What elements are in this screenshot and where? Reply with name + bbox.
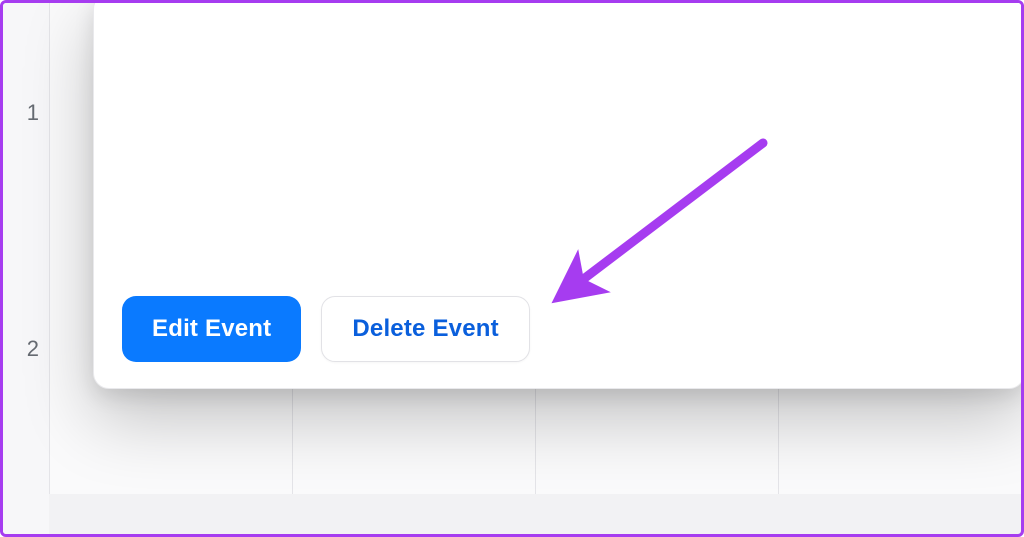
- edit-event-button[interactable]: Edit Event: [122, 296, 301, 362]
- delete-event-button[interactable]: Delete Event: [321, 296, 529, 362]
- event-detail-modal: Edit Event Delete Event: [93, 0, 1024, 389]
- screenshot-frame: 1 2 Edit Event Delete Event: [0, 0, 1024, 537]
- modal-footer: Edit Event Delete Event: [122, 296, 530, 362]
- time-label: 2: [3, 336, 49, 362]
- time-label: 1: [3, 100, 49, 126]
- calendar-time-gutter: 1 2: [3, 3, 49, 534]
